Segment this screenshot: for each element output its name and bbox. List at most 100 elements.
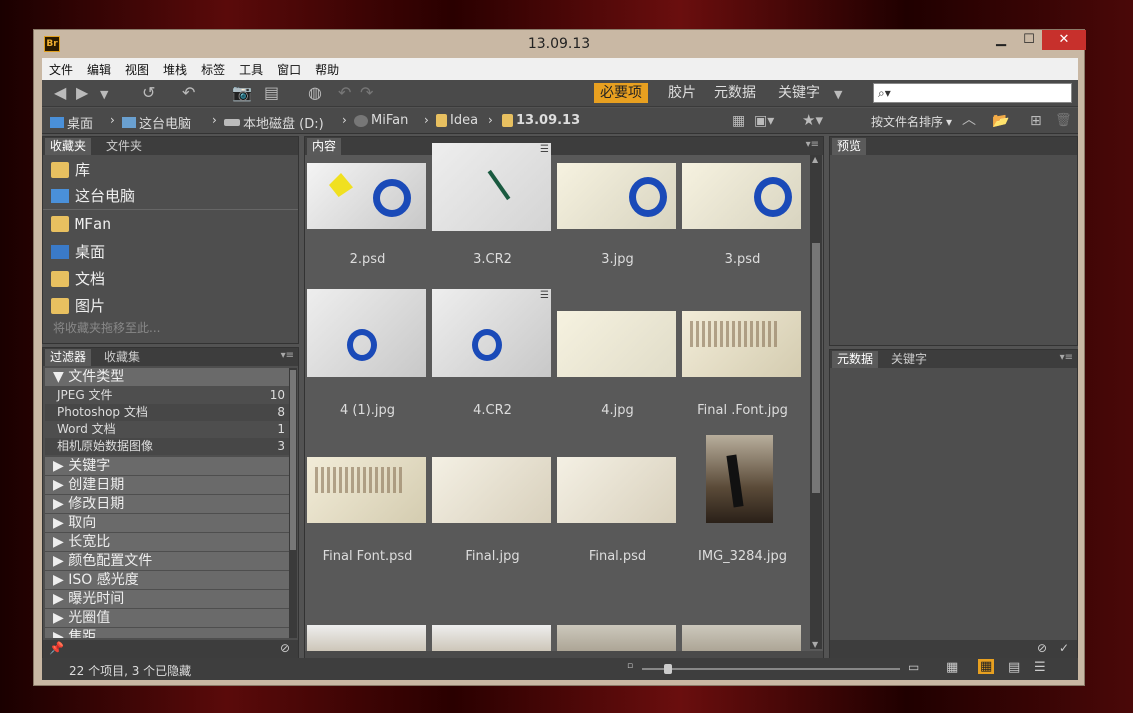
filter-row-word[interactable]: Word 文档 1 — [45, 421, 295, 438]
workspace-keywords[interactable]: 关键字 — [772, 83, 826, 103]
view-list-icon[interactable]: ☰ — [1034, 660, 1046, 675]
filter-section-iso[interactable]: ▶ ISO 感光度 — [45, 571, 295, 589]
workspace-filmstrip[interactable]: 胶片 — [662, 83, 702, 103]
favorite-desktop[interactable]: 桌面 — [51, 241, 105, 262]
star-rating-filter-icon[interactable]: ★▾ — [802, 111, 823, 129]
rotate-right-icon[interactable]: ↷ — [360, 84, 373, 102]
thumbnail-3-cr2[interactable]: ☰ 3.CR2 — [430, 141, 555, 287]
view-options-icon[interactable]: ▣▾ — [754, 112, 774, 130]
title-bar[interactable]: Br 13.09.13 ▁ ☐ ✕ — [34, 30, 1086, 58]
breadcrumb-desktop[interactable]: 桌面 — [50, 113, 93, 132]
lock-thumbnail-grid-icon[interactable]: ▦ — [946, 660, 958, 675]
back-icon[interactable]: ◀ — [54, 84, 66, 102]
filter-section-color-profile[interactable]: ▶ 颜色配置文件 — [45, 552, 295, 570]
filter-section-orientation[interactable]: ▶ 取向 — [45, 514, 295, 532]
tab-keywords[interactable]: 关键字 — [886, 351, 932, 368]
breadcrumb-local-disk[interactable]: 本地磁盘 (D:) — [224, 113, 324, 132]
favorite-documents[interactable]: 文档 — [51, 268, 105, 289]
sort-dropdown[interactable]: 按文件名排序 ▾ — [871, 113, 952, 130]
maximize-button[interactable]: ☐ — [1015, 30, 1043, 50]
clear-filter-icon[interactable]: ⊘ — [280, 641, 290, 655]
menu-view[interactable]: 视图 — [118, 61, 156, 78]
thumbnail-final-font-psd[interactable]: Final Font.psd — [305, 455, 430, 601]
view-thumbnails-icon[interactable]: ▦ — [978, 659, 995, 674]
content-scrollbar[interactable]: ▲ ▼ — [810, 155, 822, 649]
new-folder-icon[interactable]: ⊞ — [1030, 112, 1042, 130]
menu-help[interactable]: 帮助 — [308, 61, 346, 78]
open-recent-folder-icon[interactable]: 📂 — [992, 112, 1009, 130]
content-scroll-thumb[interactable] — [812, 243, 820, 493]
review-mode-icon[interactable]: ▤ — [264, 84, 279, 102]
filter-row-camera-raw[interactable]: 相机原始数据图像 3 — [45, 438, 295, 455]
filter-row-jpeg[interactable]: JPEG 文件 10 — [45, 387, 295, 404]
menu-file[interactable]: 文件 — [42, 61, 80, 78]
thumbnail-img-3284-jpg[interactable]: IMG_3284.jpg — [680, 433, 805, 579]
slider-thumb[interactable] — [664, 664, 672, 674]
favorite-libraries[interactable]: 库 — [51, 159, 90, 180]
breadcrumb-idea[interactable]: Idea — [436, 113, 478, 128]
favorite-pictures[interactable]: 图片 — [51, 295, 105, 316]
thumbnail-quality-icon[interactable]: ▦ — [732, 112, 745, 130]
tab-favorites[interactable]: 收藏夹 — [45, 138, 92, 155]
breadcrumb-mifan[interactable]: MiFan — [354, 113, 408, 128]
panel-menu-icon[interactable]: ▾≡ — [806, 139, 819, 150]
menu-label[interactable]: 标签 — [194, 61, 232, 78]
thumbnail-2-psd[interactable]: 2.psd — [305, 161, 430, 307]
trash-icon[interactable]: 🗑 — [1055, 112, 1072, 130]
reveal-recent-icon[interactable]: ↶ — [182, 84, 195, 102]
apply-check-icon[interactable]: ✓ — [1059, 641, 1069, 655]
thumbnail-3-psd[interactable]: 3.psd — [680, 161, 805, 307]
filter-section-aperture[interactable]: ▶ 光圈值 — [45, 609, 295, 627]
view-details-icon[interactable]: ▤ — [1008, 660, 1020, 675]
cancel-icon[interactable]: ⊘ — [1037, 641, 1047, 655]
close-button[interactable]: ✕ — [1042, 30, 1086, 50]
tab-folders[interactable]: 文件夹 — [101, 138, 147, 155]
filter-row-photoshop[interactable]: Photoshop 文档 8 — [45, 404, 295, 421]
boomerang-icon[interactable]: ↺ — [142, 84, 155, 102]
pin-icon[interactable]: 📌 — [49, 641, 64, 655]
workspace-metadata[interactable]: 元数据 — [708, 83, 762, 103]
rotate-left-icon[interactable]: ↶ — [338, 84, 351, 102]
thumbnail-3-jpg[interactable]: 3.jpg — [555, 161, 680, 307]
zoom-in-icon[interactable]: ▭ — [908, 660, 919, 674]
thumbnail-final-jpg[interactable]: Final.jpg — [430, 455, 555, 601]
zoom-out-icon[interactable]: ▫ — [627, 661, 633, 671]
output-icon[interactable]: ◍ — [308, 84, 322, 102]
filter-section-focal-length[interactable]: ▶ 焦距 — [45, 628, 295, 638]
filter-section-exposure[interactable]: ▶ 曝光时间 — [45, 590, 295, 608]
filter-scrollbar[interactable] — [289, 368, 297, 638]
menu-edit[interactable]: 编辑 — [80, 61, 118, 78]
panel-menu-icon[interactable]: ▾≡ — [1060, 352, 1073, 363]
menu-window[interactable]: 窗口 — [270, 61, 308, 78]
thumbnail-4-jpg[interactable]: 4.jpg — [555, 309, 680, 455]
filter-section-date-created[interactable]: ▶ 创建日期 — [45, 476, 295, 494]
tab-preview[interactable]: 预览 — [832, 138, 867, 155]
tab-filter[interactable]: 过滤器 — [45, 349, 92, 366]
breadcrumb-current[interactable]: 13.09.13 — [502, 113, 580, 128]
filter-section-keywords[interactable]: ▶ 关键字 — [45, 457, 295, 475]
thumbnail-4-1-jpg[interactable]: 4 (1).jpg — [305, 287, 430, 433]
sort-ascending-icon[interactable]: ︿ — [962, 111, 976, 129]
history-dropdown-icon[interactable]: ▼ — [100, 86, 108, 104]
menu-tools[interactable]: 工具 — [232, 61, 270, 78]
forward-icon[interactable]: ▶ — [76, 84, 88, 102]
camera-icon[interactable]: 📷 — [232, 84, 252, 102]
filter-section-file-type[interactable]: ▼ 文件类型 — [45, 368, 295, 386]
thumbnail-size-slider[interactable] — [642, 664, 900, 674]
thumbnail-final-psd[interactable]: Final.psd — [555, 455, 680, 601]
tab-metadata[interactable]: 元数据 — [832, 351, 879, 368]
tab-content[interactable]: 内容 — [307, 138, 342, 155]
scroll-down-icon[interactable]: ▼ — [812, 640, 818, 649]
favorite-mfan[interactable]: MFan — [51, 215, 111, 233]
tab-collections[interactable]: 收藏集 — [99, 349, 145, 366]
minimize-button[interactable]: ▁ — [987, 30, 1015, 50]
thumbnail-4-cr2[interactable]: ☰ 4.CR2 — [430, 287, 555, 433]
panel-menu-icon[interactable]: ▾≡ — [281, 350, 294, 361]
filter-scroll-thumb[interactable] — [290, 370, 296, 550]
filter-section-date-modified[interactable]: ▶ 修改日期 — [45, 495, 295, 513]
breadcrumb-this-pc[interactable]: 这台电脑 — [122, 113, 191, 132]
workspace-dropdown-icon[interactable]: ▼ — [834, 86, 842, 104]
filter-section-aspect-ratio[interactable]: ▶ 长宽比 — [45, 533, 295, 551]
workspace-essentials[interactable]: 必要项 — [594, 83, 648, 103]
search-input[interactable]: ⌕▾ — [873, 83, 1072, 103]
